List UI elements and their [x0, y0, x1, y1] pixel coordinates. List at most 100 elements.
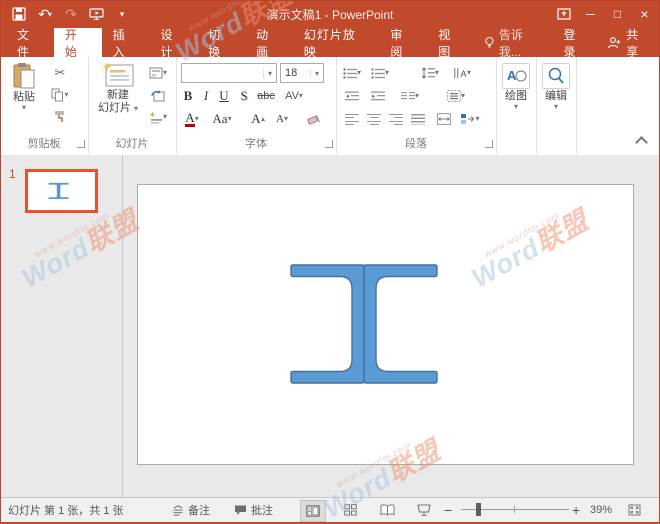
reading-view-icon — [380, 504, 395, 516]
clipboard-dialog-launcher[interactable] — [77, 140, 85, 148]
group-editing: 编辑 ▾ — [536, 57, 577, 154]
shrink-font-button[interactable]: A ▾ — [272, 109, 292, 129]
ibeam-left-half[interactable] — [291, 265, 364, 383]
start-slideshow-button[interactable] — [86, 3, 108, 25]
convert-smartart-button[interactable]: ▾ — [458, 109, 482, 129]
text-shadow-button[interactable]: S — [236, 86, 252, 106]
collapse-ribbon-button[interactable] — [635, 136, 648, 149]
distribute-columns-button[interactable] — [432, 109, 456, 129]
grow-font-button[interactable]: A ▾ — [248, 109, 268, 129]
undo-button[interactable]: ↶ ▾ — [34, 3, 56, 25]
paste-button[interactable]: 粘贴 ▾ — [6, 62, 42, 112]
slide-sorter-view-button[interactable] — [338, 500, 362, 520]
normal-view-button[interactable] — [300, 500, 326, 522]
align-left-icon — [345, 114, 359, 125]
sign-in-button[interactable]: 登录 — [554, 28, 598, 57]
layout-dropdown-icon: ▾ — [163, 69, 167, 77]
zoom-level[interactable]: 39% — [590, 498, 612, 522]
notes-button[interactable]: 备注 — [172, 498, 210, 522]
font-color-button[interactable]: A ▾ — [180, 109, 204, 129]
justify-button[interactable] — [406, 109, 430, 129]
italic-button[interactable]: I — [198, 86, 214, 106]
font-color-icon: A — [185, 111, 194, 127]
align-center-button[interactable] — [362, 109, 386, 129]
tab-transitions[interactable]: 切换 — [197, 28, 245, 57]
ibeam-shape[interactable] — [138, 185, 633, 464]
zoom-out-button[interactable]: − — [444, 498, 452, 522]
font-size-value: 18 — [281, 67, 310, 79]
text-direction-button[interactable]: A ▾ — [450, 63, 474, 83]
font-dialog-launcher[interactable] — [325, 140, 333, 148]
tab-animations[interactable]: 动画 — [245, 28, 293, 57]
group-drawing: A 绘图 ▾ — [496, 57, 537, 154]
ribbon-tab-bar: 文件 开始 插入 设计 切换 动画 幻灯片放映 审阅 视图 告诉我... 登录 … — [0, 28, 660, 57]
redo-button[interactable]: ↷ — [60, 3, 82, 25]
tab-slideshow[interactable]: 幻灯片放映 — [293, 28, 380, 57]
bold-button[interactable]: B — [180, 86, 196, 106]
new-slide-button[interactable]: 新建 幻灯片 ▾ — [96, 62, 140, 114]
ibeam-right-half[interactable] — [364, 265, 437, 383]
reset-slide-button[interactable] — [146, 85, 170, 105]
font-name-combobox[interactable]: ▾ — [181, 63, 277, 83]
share-button[interactable]: 共享 — [597, 28, 660, 57]
fit-to-window-button[interactable] — [622, 500, 646, 520]
ribbon: 粘贴 ▾ ✂ ▾ 剪贴板 — [0, 57, 660, 156]
change-case-button[interactable]: Aa ▾ — [208, 109, 236, 129]
slide-thumbnail[interactable] — [25, 169, 98, 213]
editing-button[interactable]: 编辑 ▾ — [539, 63, 573, 111]
copy-button[interactable]: ▾ — [48, 85, 72, 105]
close-button[interactable]: × — [631, 0, 658, 28]
tab-design[interactable]: 设计 — [149, 28, 197, 57]
save-button[interactable] — [8, 3, 30, 25]
section-button[interactable]: ▾ — [146, 107, 170, 127]
clear-formatting-button[interactable] — [302, 109, 326, 129]
new-slide-icon — [102, 62, 134, 88]
zoom-slider-thumb[interactable] — [476, 503, 481, 516]
numbering-button[interactable]: ▾ — [368, 63, 392, 83]
line-spacing-dropdown-icon: ▾ — [435, 69, 439, 77]
decrease-indent-button[interactable] — [340, 86, 364, 106]
zoom-in-button[interactable]: + — [572, 498, 580, 522]
drawing-button[interactable]: A 绘图 ▾ — [499, 63, 533, 111]
character-spacing-dropdown-icon: ▾ — [299, 92, 303, 100]
columns-button[interactable]: ▾ — [398, 86, 422, 106]
slideshow-view-button[interactable] — [412, 500, 436, 520]
tab-view[interactable]: 视图 — [427, 28, 475, 57]
justify-icon — [411, 114, 425, 125]
notes-label: 备注 — [188, 502, 210, 518]
columns-dropdown-icon: ▾ — [415, 92, 419, 100]
customize-qat-button[interactable]: ▾ — [112, 3, 134, 25]
cut-button[interactable]: ✂ — [48, 63, 72, 83]
align-right-button[interactable] — [384, 109, 408, 129]
tab-file[interactable]: 文件 — [6, 28, 54, 57]
slide-layout-button[interactable]: ▾ — [146, 63, 170, 83]
tab-insert[interactable]: 插入 — [102, 28, 150, 57]
align-left-button[interactable] — [340, 109, 364, 129]
align-text-button[interactable]: ▾ — [444, 86, 468, 106]
comments-icon — [234, 504, 247, 516]
reading-view-button[interactable] — [375, 500, 399, 520]
change-case-icon: Aa — [212, 111, 227, 127]
paragraph-dialog-launcher[interactable] — [485, 140, 493, 148]
maximize-button[interactable]: □ — [604, 0, 631, 28]
format-painter-button[interactable] — [48, 107, 72, 127]
underline-button[interactable]: U — [216, 86, 232, 106]
tab-home[interactable]: 开始 — [54, 28, 102, 57]
slide-thumbnail-panel[interactable]: 1 — [0, 155, 123, 497]
align-center-icon — [367, 114, 381, 125]
ribbon-display-options-button[interactable] — [550, 0, 577, 28]
slide-canvas[interactable] — [123, 155, 660, 497]
minimize-button[interactable]: ─ — [577, 0, 604, 28]
comments-button[interactable]: 批注 — [234, 498, 273, 522]
tell-me-box[interactable]: 告诉我... — [475, 28, 554, 57]
strikethrough-button[interactable]: abc — [254, 86, 278, 106]
tab-review[interactable]: 审阅 — [379, 28, 427, 57]
increase-indent-button[interactable] — [366, 86, 390, 106]
line-spacing-button[interactable]: ▾ — [418, 63, 442, 83]
slide-sorter-icon — [344, 504, 357, 516]
slide[interactable] — [137, 184, 634, 465]
window-controls: ─ □ × — [550, 0, 658, 28]
font-size-combobox[interactable]: 18 ▾ — [280, 63, 324, 83]
character-spacing-button[interactable]: AV ▾ — [280, 86, 308, 106]
bullets-button[interactable]: ▾ — [340, 63, 364, 83]
